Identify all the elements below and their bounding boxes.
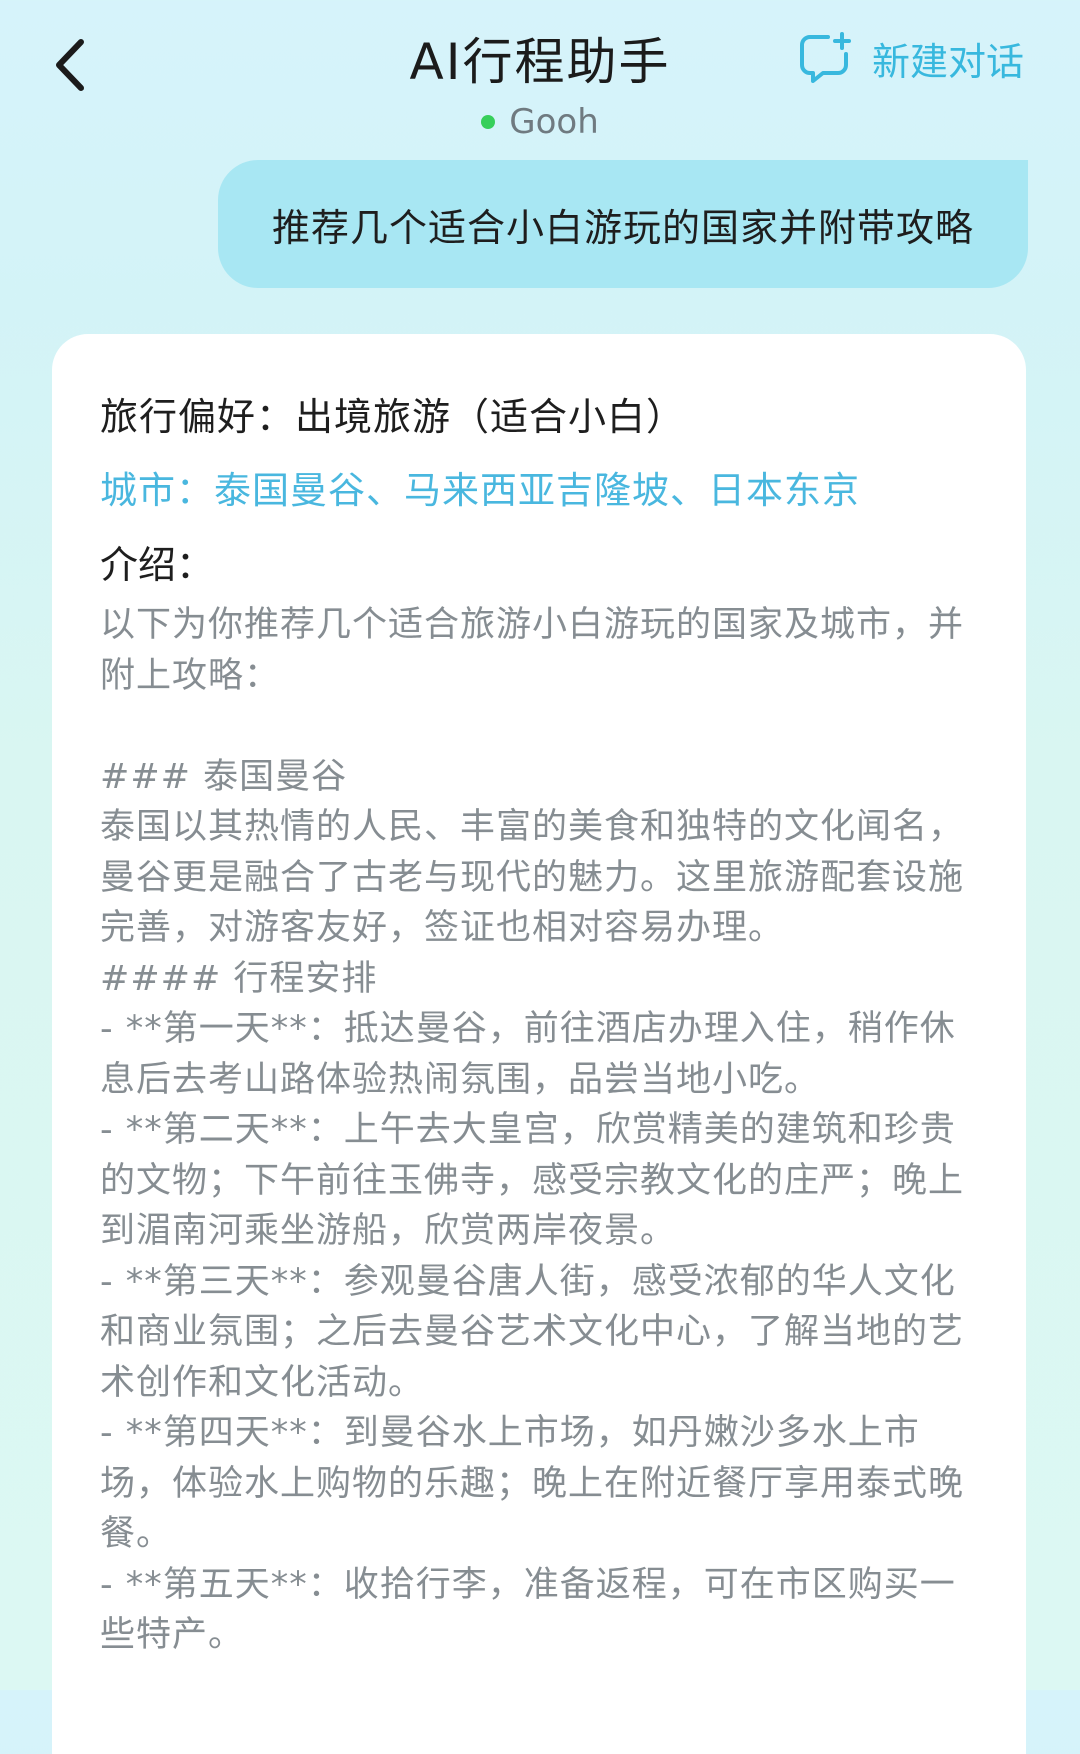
new-chat-button[interactable]: 新建对话	[798, 28, 1024, 88]
chat-add-icon	[799, 32, 851, 83]
status-label: Gooh	[509, 102, 599, 142]
new-chat-label: 新建对话	[871, 39, 1024, 84]
answer-body: 以下为你推荐几个适合旅游小白游玩的国家及城市，并附上攻略： ### 泰国曼谷 泰…	[100, 605, 965, 1655]
user-message-bubble: 推荐几个适合小白游玩的国家并附带攻略	[218, 160, 1028, 288]
user-message-text: 推荐几个适合小白游玩的国家并附带攻略	[271, 205, 974, 250]
travel-preference: 旅行偏好：出境旅游（适合小白）	[100, 395, 686, 439]
assistant-status: Gooh	[0, 102, 1080, 142]
assistant-answer-card: 旅行偏好：出境旅游（适合小白） 城市：泰国曼谷、马来西亚吉隆坡、日本东京 介绍：…	[52, 334, 1026, 1754]
intro-heading: 介绍：	[100, 543, 215, 587]
top-bar: AI行程助手 Gooh 新建对话	[0, 0, 1080, 150]
online-status-dot	[481, 115, 496, 129]
recommended-cities: 城市：泰国曼谷、马来西亚吉隆坡、日本东京	[100, 469, 860, 512]
